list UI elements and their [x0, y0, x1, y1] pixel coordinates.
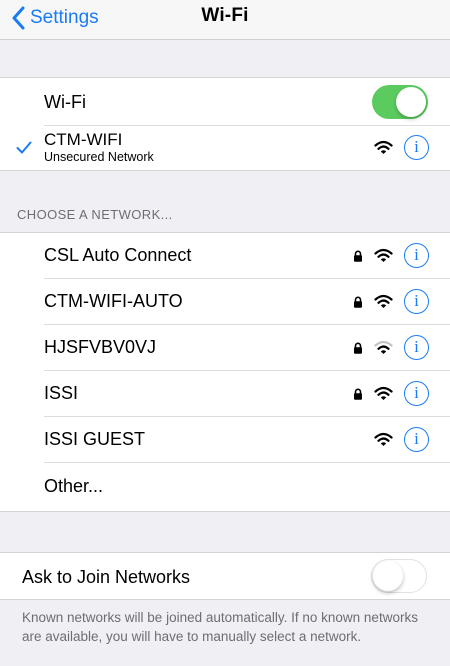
page-title: Wi-Fi [201, 5, 249, 26]
wifi-group: Wi-Fi CTM-WIFI Unsecured Network i [0, 77, 450, 171]
connected-network-name: CTM-WIFI [44, 130, 123, 149]
footer-note: Known networks will be joined automatica… [22, 610, 418, 644]
network-row[interactable]: HJSFVBV0VJ i [0, 325, 450, 371]
wifi-signal-icon [374, 432, 393, 446]
ask-join-label: Ask to Join Networks [22, 567, 191, 587]
network-name: HJSFVBV0VJ [44, 337, 157, 357]
info-icon[interactable]: i [404, 135, 429, 160]
lock-icon [354, 250, 362, 262]
wifi-signal-icon [374, 294, 393, 308]
toggle-knob [373, 560, 403, 591]
ask-join-toggle-switch[interactable] [371, 559, 427, 593]
other-network-row[interactable]: Other... [0, 463, 450, 511]
connected-network-subtitle: Unsecured Network [44, 150, 154, 164]
info-icon[interactable]: i [404, 243, 429, 268]
info-icon[interactable]: i [404, 335, 429, 360]
wifi-toggle-switch[interactable] [372, 85, 428, 119]
navigation-bar: Settings Wi-Fi [0, 0, 450, 40]
network-name: ISSI [44, 383, 79, 403]
wifi-toggle-label: Wi-Fi [44, 92, 86, 112]
network-row[interactable]: CSL Auto Connect i [0, 233, 450, 279]
lock-icon [354, 388, 362, 400]
network-row[interactable]: CTM-WIFI-AUTO i [0, 279, 450, 325]
wifi-signal-icon [374, 248, 393, 262]
toggle-knob [396, 87, 426, 117]
network-name: ISSI GUEST [44, 429, 146, 449]
network-row[interactable]: ISSI GUEST i [0, 417, 450, 463]
wifi-signal-icon [374, 140, 393, 154]
lock-icon [354, 296, 362, 308]
other-network-label: Other... [44, 476, 104, 496]
network-row[interactable]: ISSI i [0, 371, 450, 417]
info-icon[interactable]: i [404, 289, 429, 314]
ask-join-group: Ask to Join Networks [0, 552, 450, 600]
wifi-signal-icon [374, 386, 393, 400]
info-icon[interactable]: i [404, 427, 429, 452]
connected-network-row[interactable]: CTM-WIFI Unsecured Network i [0, 126, 450, 170]
wifi-signal-medium-icon [374, 340, 393, 354]
network-list: CSL Auto Connect i CTM-WIFI-AUTO i HJSFV… [0, 232, 450, 512]
wifi-toggle-row: Wi-Fi [0, 78, 450, 126]
network-name: CSL Auto Connect [44, 245, 192, 265]
section-header-choose-network: CHOOSE A NETWORK... [17, 207, 173, 222]
lock-icon [354, 342, 362, 354]
network-name: CTM-WIFI-AUTO [44, 291, 183, 311]
checkmark-icon [16, 141, 32, 154]
info-icon[interactable]: i [404, 381, 429, 406]
